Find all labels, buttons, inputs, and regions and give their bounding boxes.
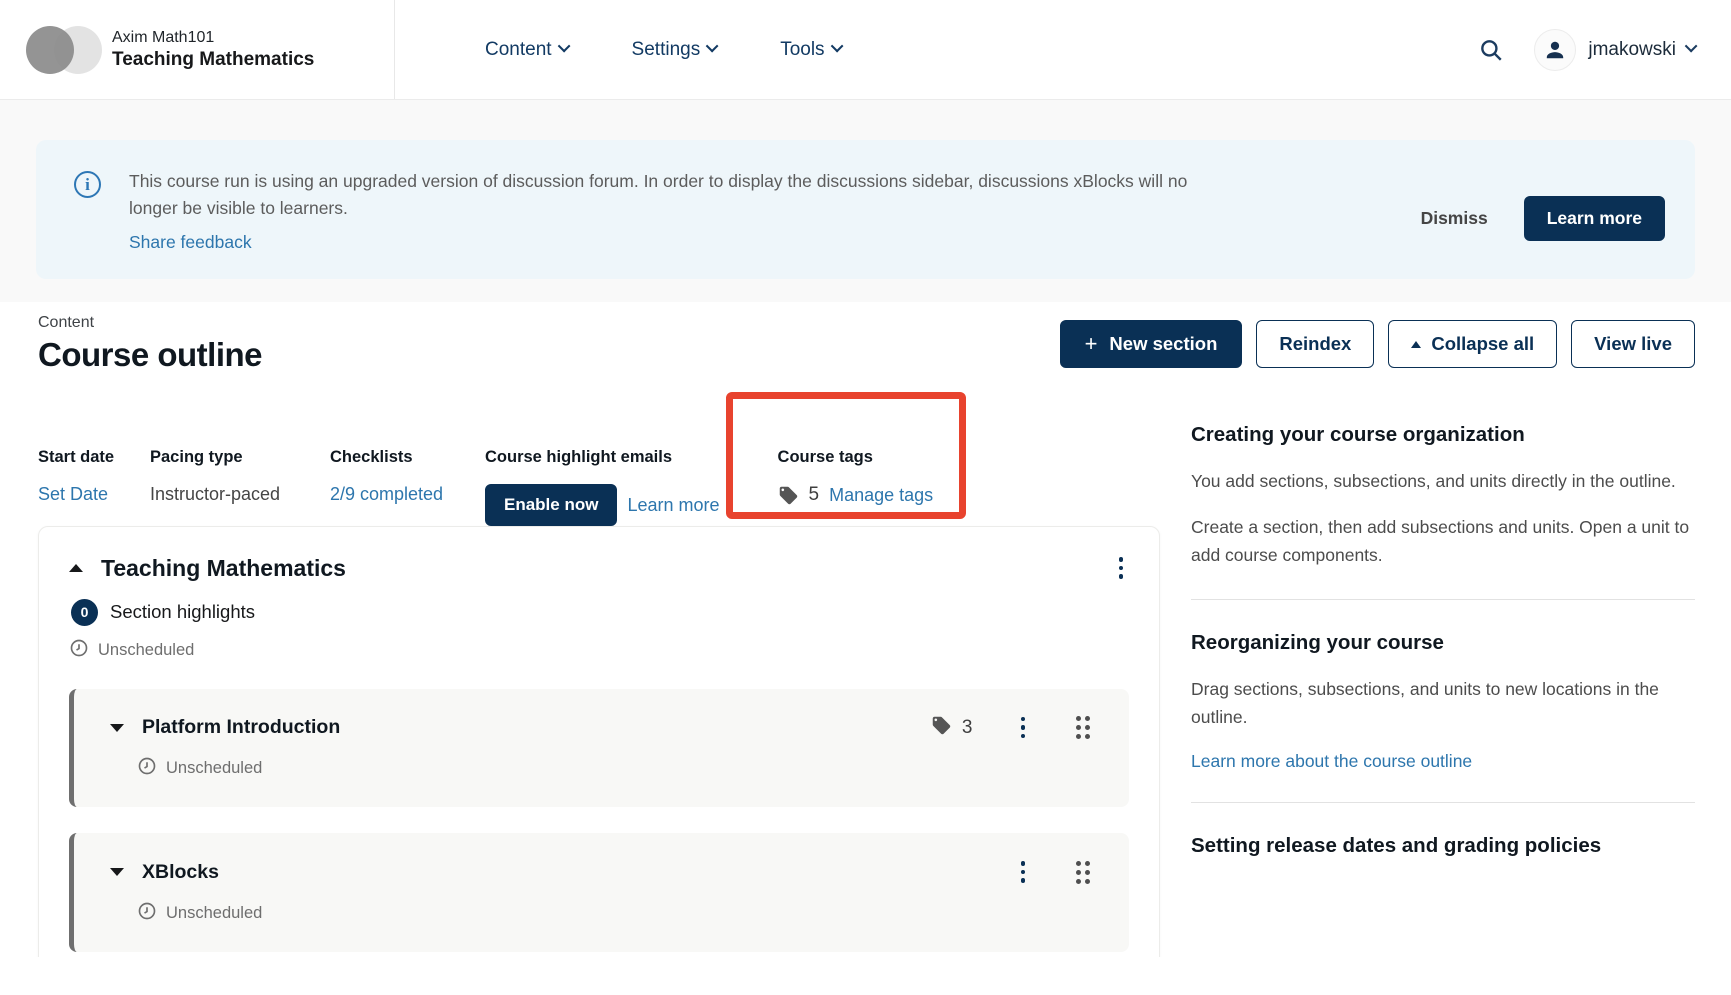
nav-settings-dropdown[interactable]: Settings <box>632 39 719 61</box>
section-highlights-button[interactable]: 0 Section highlights <box>71 599 1129 626</box>
discussion-upgrade-alert: i This course run is using an upgraded v… <box>36 140 1695 279</box>
collapse-all-button[interactable]: Collapse all <box>1388 320 1557 368</box>
studio-course-outline-page: Axim Math101 Teaching Mathematics Conten… <box>0 0 1731 995</box>
course-status-bar: Start date Set Date Pacing type Instruct… <box>38 448 1160 526</box>
course-home-link[interactable]: Axim Math101 Teaching Mathematics <box>0 0 395 99</box>
help-heading: Creating your course organization <box>1191 422 1695 449</box>
highlights-count-badge: 0 <box>71 599 98 626</box>
subsection-card: Platform Introduction 3 <box>69 689 1129 808</box>
info-icon: i <box>74 171 101 198</box>
user-menu[interactable]: jmakowski <box>1534 29 1697 71</box>
section-title: Teaching Mathematics <box>101 555 346 582</box>
start-date-label: Start date <box>38 448 120 467</box>
main-nav: Content Settings Tools <box>395 0 1476 99</box>
help-paragraph: Drag sections, subsections, and units to… <box>1191 675 1695 731</box>
drag-handle-icon[interactable] <box>1073 713 1093 742</box>
subsection-card: XBlocks Unscheduled <box>69 833 1129 952</box>
learn-more-button[interactable]: Learn more <box>1524 196 1665 241</box>
course-tags-count: 5 <box>809 484 820 506</box>
subsection-tags-count: 3 <box>962 717 973 739</box>
course-title: Teaching Mathematics <box>112 49 314 71</box>
collapse-section-icon[interactable] <box>69 564 83 572</box>
search-icon[interactable] <box>1476 35 1506 65</box>
section-menu-icon[interactable] <box>1113 553 1130 583</box>
view-live-button[interactable]: View live <box>1571 320 1695 368</box>
share-feedback-link[interactable]: Share feedback <box>129 232 252 253</box>
page-title: Course outline <box>38 336 262 374</box>
banner-band: i This course run is using an upgraded v… <box>0 100 1731 302</box>
alert-text: This course run is using an upgraded ver… <box>129 168 1219 222</box>
drag-handle-icon[interactable] <box>1073 858 1093 887</box>
expand-subsection-icon[interactable] <box>110 868 124 876</box>
divider <box>1191 599 1695 600</box>
pacing-type-label: Pacing type <box>150 448 300 467</box>
clock-icon <box>137 901 157 926</box>
divider <box>1191 802 1695 803</box>
subsection-schedule: Unscheduled <box>166 759 262 778</box>
checklists-link[interactable]: 2/9 completed <box>330 484 443 505</box>
highlight-emails-learn-more-link[interactable]: Learn more <box>627 495 719 516</box>
help-paragraph: You add sections, subsections, and units… <box>1191 467 1695 495</box>
manage-tags-link[interactable]: Manage tags <box>829 485 933 506</box>
main-content: Content Course outline + New section Rei… <box>0 302 1731 957</box>
section-card: Teaching Mathematics 0 Section highlight… <box>38 526 1160 957</box>
chevron-down-icon <box>706 40 719 53</box>
expand-subsection-icon[interactable] <box>110 724 124 732</box>
outline-learn-more-link[interactable]: Learn more about the course outline <box>1191 751 1472 772</box>
course-tags-label: Course tags <box>778 448 934 467</box>
highlight-emails-label: Course highlight emails <box>485 448 720 467</box>
breadcrumb: Content <box>38 314 262 332</box>
new-section-button[interactable]: + New section <box>1060 320 1243 368</box>
subsection-title: XBlocks <box>142 861 219 884</box>
help-sidebar: Creating your course organization You ad… <box>1191 418 1695 859</box>
app-header: Axim Math101 Teaching Mathematics Conten… <box>0 0 1731 100</box>
help-heading: Setting release dates and grading polici… <box>1191 833 1651 860</box>
org-logo <box>24 24 106 76</box>
section-schedule: Unscheduled <box>98 641 194 660</box>
nav-content-dropdown[interactable]: Content <box>485 39 570 61</box>
username: jmakowski <box>1588 39 1676 61</box>
course-org-number: Axim Math101 <box>112 29 314 47</box>
subsection-menu-icon[interactable] <box>1015 857 1032 887</box>
pacing-type-value: Instructor-paced <box>150 484 300 505</box>
help-heading: Reorganizing your course <box>1191 630 1695 657</box>
dismiss-button[interactable]: Dismiss <box>1421 208 1488 229</box>
reindex-button[interactable]: Reindex <box>1256 320 1374 368</box>
tag-icon <box>778 485 799 506</box>
chevron-down-icon <box>1685 40 1698 53</box>
subsection-menu-icon[interactable] <box>1015 713 1032 743</box>
clock-icon <box>69 638 89 663</box>
collapse-icon <box>1411 341 1421 348</box>
chevron-down-icon <box>830 40 843 53</box>
enable-now-button[interactable]: Enable now <box>485 484 617 526</box>
subsection-schedule: Unscheduled <box>166 904 262 923</box>
nav-tools-dropdown[interactable]: Tools <box>780 39 842 61</box>
help-paragraph: Create a section, then add subsections a… <box>1191 513 1695 569</box>
checklists-label: Checklists <box>330 448 455 467</box>
clock-icon <box>137 756 157 781</box>
set-date-link[interactable]: Set Date <box>38 484 108 505</box>
tag-icon <box>931 715 952 741</box>
subsection-tags-button[interactable]: 3 <box>931 715 973 741</box>
chevron-down-icon <box>557 40 570 53</box>
subsection-title: Platform Introduction <box>142 716 340 739</box>
avatar <box>1534 29 1576 71</box>
